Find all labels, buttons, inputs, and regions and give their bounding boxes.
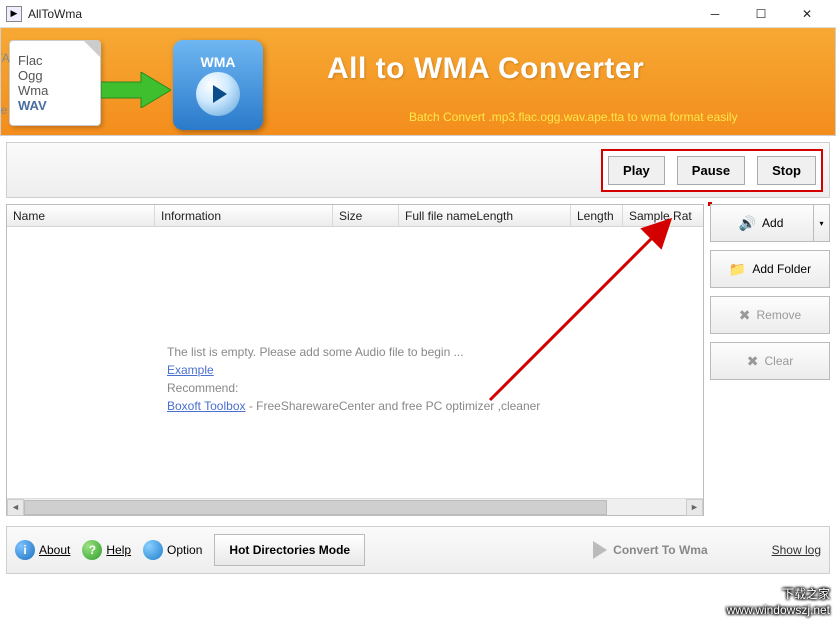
clear-button[interactable]: ✖ Clear <box>710 342 830 380</box>
play-button-group: Play Pause Stop <box>601 149 823 192</box>
banner-subtitle: Batch Convert .mp3.flac.ogg.wav.ape.tta … <box>409 110 738 124</box>
convert-icon <box>593 541 607 559</box>
info-icon: i <box>15 540 35 560</box>
add-folder-label: Add Folder <box>752 262 811 276</box>
col-size[interactable]: Size <box>333 205 399 226</box>
sidebar-buttons: 🔊 Add ▾ 📁 Add Folder ✖ Remove ✖ Clear <box>710 204 830 516</box>
empty-message: The list is empty. Please add some Audio… <box>167 343 540 415</box>
footer-bar: i About ? Help Option Hot Directories Mo… <box>6 526 830 574</box>
example-link[interactable]: Example <box>167 363 214 377</box>
horizontal-scrollbar[interactable]: ◄ ► <box>7 498 703 515</box>
file-list: Name Information Size Full file nameLeng… <box>6 204 704 516</box>
add-label: Add <box>762 216 783 230</box>
convert-button[interactable]: Convert To Wma <box>593 541 707 559</box>
scroll-thumb[interactable] <box>24 500 607 515</box>
help-icon: ? <box>82 540 102 560</box>
source-formats-icon: Flac Ogg Wma WAV TTA Ape <box>9 40 101 126</box>
arrow-icon <box>101 72 171 108</box>
about-button[interactable]: i About <box>15 540 70 560</box>
maximize-button[interactable]: ☐ <box>738 1 784 27</box>
remove-button[interactable]: ✖ Remove <box>710 296 830 334</box>
col-information[interactable]: Information <box>155 205 333 226</box>
col-length[interactable]: Length <box>571 205 623 226</box>
about-label: About <box>39 543 70 557</box>
add-button[interactable]: 🔊 Add ▾ <box>710 204 830 242</box>
stop-button[interactable]: Stop <box>757 156 816 185</box>
col-samplerate[interactable]: Sample Rat <box>623 205 703 226</box>
titlebar: ▶ AllToWma ─ ☐ ✕ <box>0 0 836 28</box>
window-title: AllToWma <box>28 7 82 21</box>
remove-icon: ✖ <box>739 307 751 324</box>
toolbox-link[interactable]: Boxoft Toolbox <box>167 399 246 413</box>
convert-label: Convert To Wma <box>613 543 707 557</box>
speaker-plus-icon: 🔊 <box>739 215 756 232</box>
file-list-body[interactable]: The list is empty. Please add some Audio… <box>7 227 703 498</box>
add-folder-button[interactable]: 📁 Add Folder <box>710 250 830 288</box>
col-name[interactable]: Name <box>7 205 155 226</box>
clear-label: Clear <box>765 354 794 368</box>
minimize-button[interactable]: ─ <box>692 1 738 27</box>
banner-title: All to WMA Converter <box>327 52 644 86</box>
clear-icon: ✖ <box>747 353 759 370</box>
scroll-right-icon[interactable]: ► <box>686 499 703 516</box>
option-label: Option <box>167 543 202 557</box>
help-button[interactable]: ? Help <box>82 540 131 560</box>
pause-button[interactable]: Pause <box>677 156 745 185</box>
play-toolbar: Play Pause Stop <box>6 142 830 198</box>
hot-directories-button[interactable]: Hot Directories Mode <box>214 534 365 566</box>
show-log-link[interactable]: Show log <box>772 543 821 557</box>
watermark: 下载之家 www.windowszj.net <box>727 586 830 618</box>
banner: Flac Ogg Wma WAV TTA Ape WMA All to WMA … <box>0 28 836 136</box>
help-label: Help <box>106 543 131 557</box>
remove-label: Remove <box>757 308 802 322</box>
folder-plus-icon: 📁 <box>729 261 746 278</box>
close-button[interactable]: ✕ <box>784 1 830 27</box>
option-button[interactable]: Option <box>143 540 202 560</box>
gear-icon <box>143 540 163 560</box>
file-list-header: Name Information Size Full file nameLeng… <box>7 205 703 227</box>
wma-target-icon: WMA <box>173 40 263 130</box>
scroll-left-icon[interactable]: ◄ <box>7 499 24 516</box>
add-dropdown[interactable]: ▾ <box>813 205 829 241</box>
play-circle-icon <box>196 72 240 116</box>
play-button[interactable]: Play <box>608 156 665 185</box>
app-icon: ▶ <box>6 6 22 22</box>
col-fullname[interactable]: Full file nameLength <box>399 205 571 226</box>
